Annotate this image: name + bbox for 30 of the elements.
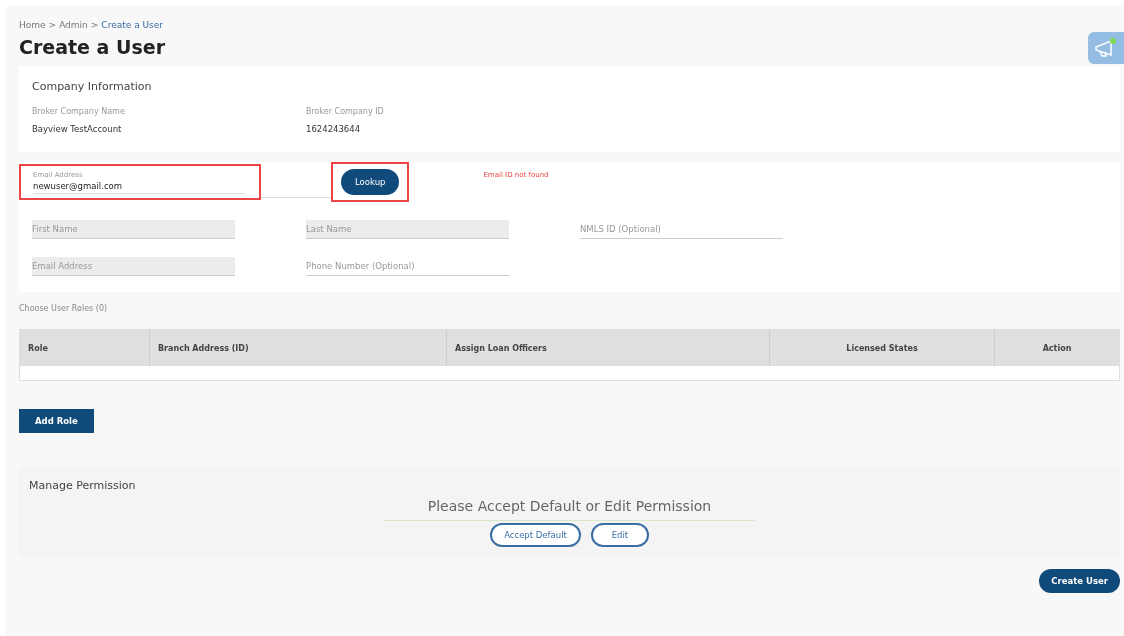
column-header: Assign Loan Officers bbox=[447, 330, 770, 366]
email-input[interactable]: newuser@gmail.com bbox=[33, 179, 245, 194]
separator: > bbox=[90, 20, 99, 30]
add-role-button[interactable]: Add Role bbox=[19, 409, 94, 433]
column-header: Branch Address (ID) bbox=[150, 330, 447, 366]
column-header: Licensed States bbox=[770, 330, 995, 366]
breadcrumb-link[interactable]: Admin bbox=[59, 20, 88, 30]
permission-prompt: Please Accept Default or Edit Permission bbox=[383, 498, 756, 521]
page-title: Create a User bbox=[19, 36, 166, 58]
section-heading: Company Information bbox=[32, 80, 153, 93]
create-user-button[interactable]: Create User bbox=[1039, 569, 1120, 593]
text-field[interactable]: Last Name bbox=[306, 220, 509, 239]
field-label: Broker Company ID bbox=[306, 107, 385, 116]
text-field[interactable]: Email Address bbox=[32, 257, 235, 276]
permission-button[interactable]: Accept Default bbox=[490, 523, 581, 547]
section-heading: Choose User Roles (0) bbox=[19, 304, 109, 313]
megaphone-icon bbox=[1093, 37, 1119, 59]
field-value: 1624243644 bbox=[306, 124, 362, 134]
column-header: Role bbox=[20, 330, 150, 366]
field-label: Broker Company Name bbox=[32, 107, 126, 116]
separator: > bbox=[48, 20, 57, 30]
announcement-button[interactable] bbox=[1088, 32, 1124, 64]
breadcrumb-link[interactable]: Create a User bbox=[101, 20, 163, 30]
breadcrumb-link[interactable]: Home bbox=[19, 20, 46, 30]
text-field[interactable]: First Name bbox=[32, 220, 235, 239]
column-header: Action bbox=[1041, 342, 1073, 355]
section-heading: Manage Permission bbox=[29, 479, 137, 492]
field-value: Bayview TestAccount bbox=[32, 124, 123, 134]
lookup-button[interactable]: Lookup bbox=[341, 169, 400, 195]
permission-button[interactable]: Edit bbox=[590, 523, 649, 547]
